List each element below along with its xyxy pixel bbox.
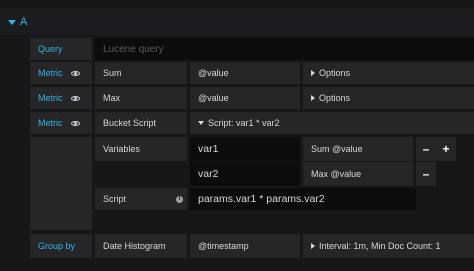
eye-icon[interactable] (70, 70, 80, 76)
metric-1-type-select[interactable]: Sum (95, 62, 187, 84)
group-by-field-select[interactable]: @timestamp (190, 234, 300, 258)
caret-down-icon (198, 121, 204, 125)
caret-right-icon (311, 243, 315, 249)
script-collapse-toggle[interactable]: Script: var1 * var2 (190, 112, 474, 134)
metric-3-type-select[interactable]: Bucket Script (95, 112, 187, 134)
options-label: Options (319, 68, 351, 78)
variable-1-name-input[interactable]: var1 (190, 137, 300, 161)
bucket-script-gutter (30, 137, 92, 230)
remove-variable-2-button[interactable]: – (416, 162, 436, 186)
variables-label: Variables (95, 137, 187, 161)
caret-right-icon (311, 95, 315, 101)
caret-down-icon (8, 19, 16, 25)
variable-2-name-input[interactable]: var2 (190, 162, 300, 186)
group-by-options-toggle[interactable]: Interval: 1m, Min Doc Count: 1 (303, 234, 474, 258)
metric-label-text: Metric (38, 68, 63, 78)
query-header-bar (0, 9, 474, 35)
eye-icon[interactable] (70, 120, 80, 126)
metric-1-options-toggle[interactable]: Options (303, 62, 474, 84)
script-label: Script (103, 194, 127, 204)
variable-2-metric-select[interactable]: Max @value (303, 162, 413, 186)
metric-2-label: Metric (30, 87, 92, 109)
metric-3-label: Metric (30, 112, 92, 134)
eye-icon[interactable] (70, 95, 80, 101)
query-ref-label: A (20, 16, 28, 28)
metric-2-options-toggle[interactable]: Options (303, 87, 474, 109)
metric-2-field-select[interactable]: @value (190, 87, 300, 109)
info-icon[interactable]: i (176, 195, 183, 203)
options-label: Options (319, 93, 351, 103)
metric-label-text: Metric (38, 93, 63, 103)
caret-right-icon (311, 70, 315, 76)
group-by-label: Group by (30, 234, 92, 258)
metric-2-type-select[interactable]: Max (95, 87, 187, 109)
variable-1-metric-select[interactable]: Sum @value (303, 137, 413, 161)
remove-variable-1-button[interactable]: – (416, 137, 436, 161)
group-by-type-select[interactable]: Date Histogram (95, 234, 187, 258)
query-label: Query (30, 38, 92, 60)
metric-1-field-select[interactable]: @value (190, 62, 300, 84)
interval-label: Interval: 1m, Min Doc Count: 1 (319, 241, 441, 251)
lucene-query-input[interactable]: Lucene query (95, 38, 474, 60)
script-input[interactable]: params.var1 * params.var2 (190, 188, 416, 210)
metric-1-label: Metric (30, 62, 92, 84)
add-variable-button[interactable]: + (436, 137, 456, 161)
query-collapse-toggle[interactable]: A (8, 16, 27, 28)
script-toggle-label: Script: var1 * var2 (208, 118, 280, 128)
metric-label-text: Metric (38, 118, 63, 128)
script-label-cell: Script i (95, 188, 187, 210)
